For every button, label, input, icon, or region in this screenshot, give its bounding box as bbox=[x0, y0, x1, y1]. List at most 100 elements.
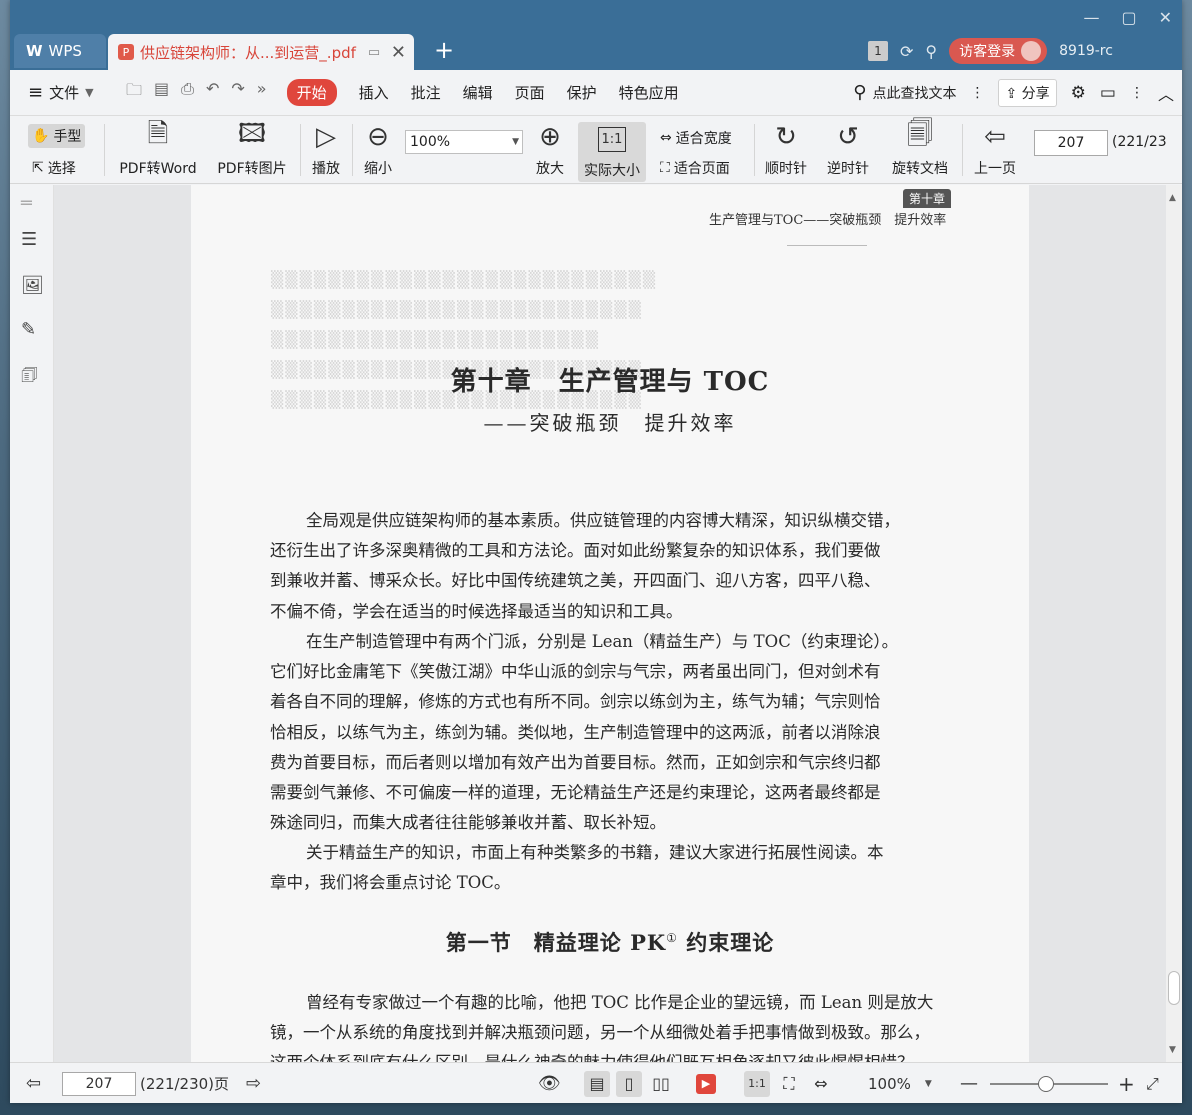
more-vertical-icon[interactable]: ⋮ bbox=[970, 85, 984, 101]
add-tab-button[interactable]: + bbox=[434, 36, 454, 64]
tab-features[interactable]: 特色应用 bbox=[619, 82, 679, 103]
pdf-to-image-button[interactable]: 🖾 PDF转图片 bbox=[214, 119, 290, 178]
zoom-select-value: 100% bbox=[410, 134, 451, 150]
fit-width-icon[interactable]: ⇔ bbox=[808, 1071, 834, 1097]
find-text-button[interactable]: ⚲ 点此查找文本 bbox=[853, 82, 956, 103]
maximize-button[interactable]: ▢ bbox=[1121, 8, 1136, 27]
status-bar: ⇦ 207 (221/230)页 ⇨ 👁 ▤ ▯ ▯▯ ▶ 1:1 ⛶ ⇔ 10… bbox=[10, 1062, 1182, 1103]
two-page-icon[interactable]: ▯▯ bbox=[648, 1071, 674, 1097]
pdf-to-word-icon: 🗎 bbox=[147, 119, 169, 149]
status-zoom-out-button[interactable]: — bbox=[960, 1063, 978, 1103]
footnote-marker[interactable]: ① bbox=[666, 931, 678, 945]
more-chevron-icon[interactable]: » bbox=[257, 79, 267, 106]
zoom-slider-knob[interactable] bbox=[1038, 1076, 1054, 1092]
status-prev-page-icon[interactable]: ⇦ bbox=[26, 1063, 41, 1103]
fit-width-button[interactable]: ⇔ 适合宽度 bbox=[660, 128, 732, 148]
outline-icon[interactable]: ☰ bbox=[21, 229, 37, 250]
fit-width-label: 适合宽度 bbox=[675, 131, 732, 147]
visitor-login-button[interactable]: 访客登录 bbox=[949, 38, 1048, 64]
prev-page-button[interactable]: ⇦ 上一页 bbox=[968, 120, 1022, 178]
tab-annotate[interactable]: 批注 bbox=[411, 82, 441, 103]
undo-icon[interactable]: ↶ bbox=[206, 79, 219, 106]
play-button[interactable]: ▷ 播放 bbox=[306, 120, 346, 178]
window-controls: — ▢ ✕ bbox=[1083, 8, 1172, 27]
file-menu-label: 文件 bbox=[49, 84, 80, 102]
document-viewer[interactable]: ▒▒▒▒▒▒▒▒▒▒▒▒▒▒▒▒▒▒▒▒▒▒▒▒▒▒▒ ▒▒▒▒▒▒▒▒▒▒▒▒▒… bbox=[54, 185, 1166, 1062]
tab-document[interactable]: P 供应链架构师：从...到运营_.pdf ▭ ✕ bbox=[108, 34, 414, 70]
select-tool-button[interactable]: ⇱ 选择 bbox=[32, 158, 76, 178]
zoom-in-button[interactable]: ⊕ 放大 bbox=[532, 120, 568, 178]
bookmark-icon[interactable]: 🗊 bbox=[21, 363, 38, 393]
close-window-button[interactable]: ✕ bbox=[1159, 8, 1172, 27]
rotate-counterclockwise-label: 逆时针 bbox=[827, 161, 869, 177]
actual-size-icon[interactable]: 1:1 bbox=[744, 1070, 770, 1097]
tab-insert[interactable]: 插入 bbox=[359, 82, 389, 103]
open-folder-icon[interactable]: 🗀 bbox=[126, 79, 142, 106]
comment-icon[interactable]: ▭ bbox=[1100, 83, 1116, 103]
wps-window: — ▢ ✕ W WPS P 供应链架构师：从...到运营_.pdf ▭ ✕ + … bbox=[10, 0, 1182, 1103]
single-page-icon[interactable]: ▯ bbox=[616, 1070, 642, 1097]
file-menu[interactable]: ≡ 文件 ▼ bbox=[10, 82, 120, 103]
tab-edit[interactable]: 编辑 bbox=[463, 82, 493, 103]
scrollbar-thumb[interactable] bbox=[1168, 971, 1180, 1005]
cursor-icon: ⇱ bbox=[32, 160, 44, 176]
tab-protect[interactable]: 保护 bbox=[567, 82, 597, 103]
vertical-scrollbar[interactable]: ▲ ▼ bbox=[1166, 185, 1182, 1062]
fit-page-button[interactable]: ⛶ 适合页面 bbox=[660, 158, 730, 178]
chapter-subtitle: ——突破瓶颈 提升效率 bbox=[483, 411, 737, 435]
tab-start[interactable]: 开始 bbox=[286, 79, 337, 106]
toolbar-divider bbox=[352, 124, 353, 176]
status-page-input[interactable]: 207 bbox=[62, 1071, 136, 1096]
rotate-document-button[interactable]: 🗐 旋转文档 bbox=[886, 119, 954, 178]
scroll-up-icon[interactable]: ▲ bbox=[1169, 193, 1176, 203]
prev-page-label: 上一页 bbox=[974, 161, 1016, 177]
close-tab-icon[interactable]: ✕ bbox=[391, 42, 406, 63]
eye-icon[interactable]: 👁 bbox=[538, 1063, 561, 1103]
version-label: 8919-rc bbox=[1059, 43, 1113, 59]
fit-page-icon[interactable]: ⛶ bbox=[776, 1071, 802, 1097]
annotation-icon[interactable]: ✎ bbox=[21, 319, 36, 340]
paragraph: 在生产制造管理中有两个门派，分别是 Lean（精益生产）与 TOC（约束理论）。… bbox=[270, 627, 954, 838]
fullscreen-icon[interactable]: ⤢ bbox=[1146, 1063, 1159, 1103]
paragraph: 曾经有专家做过一个有趣的比喻，他把 TOC 比作是企业的望远镜，而 Lean 则… bbox=[270, 988, 954, 1062]
continuous-view-icon[interactable]: ▤ bbox=[584, 1070, 610, 1097]
actual-size-button[interactable]: 1:1 实际大小 bbox=[578, 122, 646, 182]
status-zoom-value[interactable]: 100% bbox=[868, 1075, 911, 1093]
text-line: 还衍生出了许多深奥精微的工具和方法论。面对如此纷繁复杂的知识体系，我们要做 bbox=[270, 541, 881, 561]
share-button[interactable]: ⇪ 分享 bbox=[998, 78, 1057, 107]
collapse-ribbon-icon[interactable]: ︿ bbox=[1158, 81, 1174, 105]
page-number-input[interactable]: 207 bbox=[1034, 130, 1108, 156]
wps-logo-icon: W bbox=[26, 42, 43, 60]
pdf-to-word-button[interactable]: 🗎 PDF转Word bbox=[114, 119, 202, 178]
share-label: 分享 bbox=[1021, 85, 1050, 102]
section-title-text: 第一节 精益理论 PK bbox=[445, 930, 667, 955]
shirt-icon[interactable]: ⚲ bbox=[925, 42, 937, 61]
page-count-badge[interactable]: 1 bbox=[868, 41, 888, 61]
pdf-file-icon: P bbox=[118, 44, 134, 60]
paragraph: 关于精益生产的知识，市面上有种类繁多的书籍，建议大家进行拓展性阅读。本 章中，我… bbox=[270, 838, 954, 898]
redo-icon[interactable]: ↷ bbox=[231, 79, 244, 106]
scroll-down-icon[interactable]: ▼ bbox=[1169, 1045, 1176, 1055]
play-slideshow-button[interactable]: ▶ bbox=[696, 1063, 716, 1103]
thumbnail-icon[interactable]: 🖼 bbox=[21, 275, 44, 296]
hand-tool-button[interactable]: ✋ 手型 bbox=[28, 124, 86, 148]
zoom-select[interactable]: 100% ▼ bbox=[405, 130, 523, 154]
rotate-clockwise-label: 顺时针 bbox=[765, 161, 807, 177]
text-line: 费为首要目标，而后者则以增加有效产出为首要目标。然而，正如剑宗和气宗终归都 bbox=[270, 752, 881, 772]
title-bar: — ▢ ✕ W WPS P 供应链架构师：从...到运营_.pdf ▭ ✕ + … bbox=[10, 0, 1182, 70]
tab-wps-home[interactable]: W WPS bbox=[14, 34, 106, 68]
tab-page[interactable]: 页面 bbox=[515, 82, 545, 103]
status-zoom-in-button[interactable]: + bbox=[1118, 1063, 1135, 1103]
minimize-button[interactable]: — bbox=[1083, 8, 1099, 27]
sync-icon[interactable]: ⟳ bbox=[900, 42, 913, 61]
status-next-page-icon[interactable]: ⇨ bbox=[246, 1063, 261, 1103]
chevron-down-icon[interactable]: ▼ bbox=[925, 1079, 932, 1089]
more-vertical-icon[interactable]: ⋮ bbox=[1130, 85, 1144, 101]
save-icon[interactable]: ▤ bbox=[154, 79, 169, 106]
gear-icon[interactable]: ⚙ bbox=[1071, 83, 1086, 103]
rotate-counterclockwise-button[interactable]: ↺ 逆时针 bbox=[822, 120, 874, 178]
print-icon[interactable]: ⎙ bbox=[181, 79, 194, 106]
rotate-clockwise-button[interactable]: ↻ 顺时针 bbox=[760, 120, 812, 178]
zoom-out-button[interactable]: ⊖ 缩小 bbox=[360, 120, 396, 178]
text-line: 殊途同归，而集大成者往往能够兼收并蓄、取长补短。 bbox=[270, 813, 666, 833]
